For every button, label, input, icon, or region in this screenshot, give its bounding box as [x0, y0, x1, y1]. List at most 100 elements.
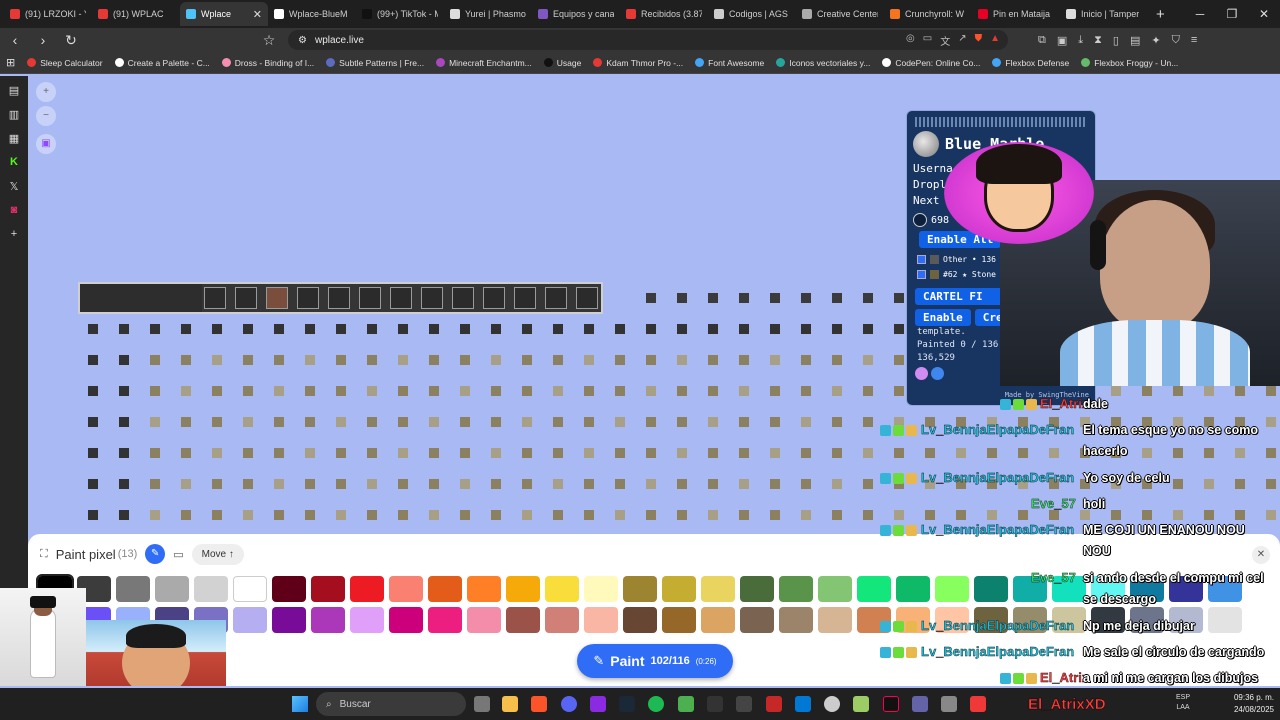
palette-swatch[interactable]	[740, 576, 774, 602]
strip-pixel[interactable]	[235, 287, 257, 309]
canvas-pixel[interactable]	[584, 448, 594, 458]
canvas-pixel[interactable]	[615, 324, 625, 334]
strip-pixel[interactable]	[266, 287, 288, 309]
canvas-pixel[interactable]	[1235, 386, 1245, 396]
canvas-pixel[interactable]	[181, 324, 191, 334]
app-icon[interactable]	[736, 696, 752, 712]
taskbar-search[interactable]: ⌕ Buscar	[316, 692, 466, 716]
canvas-pixel[interactable]	[367, 448, 377, 458]
canvas-pixel[interactable]	[677, 510, 687, 520]
sidebar-bookmarks-icon[interactable]: ▥	[6, 108, 22, 121]
canvas-pixel[interactable]	[119, 417, 129, 427]
canvas-pixel[interactable]	[894, 355, 904, 365]
canvas-pixel[interactable]	[460, 417, 470, 427]
strip-pixel[interactable]	[359, 287, 381, 309]
canvas-pixel[interactable]	[150, 479, 160, 489]
canvas-pixel[interactable]	[708, 293, 718, 303]
canvas-pixel[interactable]	[181, 479, 191, 489]
canvas-pixel[interactable]	[367, 479, 377, 489]
sidebar-reading-icon[interactable]: ▤	[6, 84, 22, 97]
vscode-icon[interactable]	[795, 696, 811, 712]
canvas-pixel[interactable]	[398, 479, 408, 489]
brave-rewards-icon[interactable]: ▲	[990, 33, 1000, 48]
canvas-pixel[interactable]	[429, 479, 439, 489]
canvas-pixel[interactable]	[305, 448, 315, 458]
canvas-pixel[interactable]	[1142, 386, 1152, 396]
strip-pixel[interactable]	[545, 287, 567, 309]
bookmark-item[interactable]: Create a Palette - C...	[114, 58, 210, 68]
chat-username[interactable]: Lv_BennjaElpapaDeFran	[921, 618, 1075, 633]
canvas-pixel[interactable]	[615, 448, 625, 458]
canvas-pixel[interactable]	[739, 293, 749, 303]
palette-swatch[interactable]	[311, 576, 345, 602]
canvas-pixel[interactable]	[367, 510, 377, 520]
canvas-pixel[interactable]	[553, 510, 563, 520]
canvas-pixel[interactable]	[801, 510, 811, 520]
instagram-icon[interactable]: ◙	[6, 204, 22, 217]
canvas-pixel[interactable]	[739, 355, 749, 365]
strip-pixel[interactable]	[514, 287, 536, 309]
canvas-pixel[interactable]	[801, 355, 811, 365]
taskview-icon[interactable]	[474, 696, 490, 712]
canvas-pixel[interactable]	[894, 386, 904, 396]
canvas-pixel[interactable]	[212, 510, 222, 520]
canvas-pixel[interactable]	[677, 417, 687, 427]
palette-swatch[interactable]	[545, 576, 579, 602]
brave-shield-icon[interactable]: ⛊	[975, 33, 983, 48]
palette-swatch[interactable]	[623, 576, 657, 602]
canvas-pixel[interactable]	[460, 355, 470, 365]
canvas-pixel[interactable]	[274, 479, 284, 489]
canvas-pixel[interactable]	[88, 479, 98, 489]
bookmark-item[interactable]: Kdam Thmor Pro -...	[593, 58, 683, 68]
canvas-pixel[interactable]	[708, 448, 718, 458]
chat-username[interactable]: Lv_BennjaElpapaDeFran	[921, 470, 1075, 485]
canvas-pixel[interactable]	[367, 386, 377, 396]
obs-icon[interactable]	[824, 696, 840, 712]
language-indicator[interactable]: ESP LAA	[1176, 693, 1190, 713]
palette-swatch[interactable]	[506, 607, 540, 633]
palette-swatch[interactable]	[428, 607, 462, 633]
canvas-pixel[interactable]	[677, 355, 687, 365]
canvas-pixel[interactable]	[646, 448, 656, 458]
canvas-pixel[interactable]	[646, 293, 656, 303]
canvas-pixel[interactable]	[522, 324, 532, 334]
canvas-pixel[interactable]	[770, 417, 780, 427]
canvas-pixel[interactable]	[553, 479, 563, 489]
canvas-pixel[interactable]	[739, 479, 749, 489]
canvas-pixel[interactable]	[274, 417, 284, 427]
palette-swatch[interactable]	[155, 576, 189, 602]
canvas-pixel[interactable]	[863, 324, 873, 334]
canvas-pixel[interactable]	[336, 479, 346, 489]
canvas-pixel[interactable]	[181, 510, 191, 520]
palette-swatch[interactable]	[662, 607, 696, 633]
canvas-pixel[interactable]	[181, 355, 191, 365]
canvas-pixel[interactable]	[863, 355, 873, 365]
sidebar-notes-icon[interactable]: ▦	[6, 132, 22, 145]
terminal-icon[interactable]	[707, 696, 723, 712]
chat-username[interactable]: El_Atrix	[1040, 396, 1090, 411]
bookmark-item[interactable]: Dross - Binding of I...	[221, 58, 314, 68]
canvas-pixel[interactable]	[398, 510, 408, 520]
canvas-pixel[interactable]	[274, 448, 284, 458]
canvas-pixel[interactable]	[863, 448, 873, 458]
canvas-pixel[interactable]	[646, 386, 656, 396]
photos-icon[interactable]	[941, 696, 957, 712]
canvas-pixel[interactable]	[274, 510, 284, 520]
add-sidebar-icon[interactable]: +	[6, 228, 22, 241]
canvas-pixel[interactable]	[274, 386, 284, 396]
game-icon[interactable]	[766, 696, 782, 712]
windows-start-icon[interactable]	[292, 696, 308, 712]
bookmark-item[interactable]: Iconos vectoriales y...	[776, 58, 870, 68]
canvas-pixel[interactable]	[150, 448, 160, 458]
zoom-out-button[interactable]: −	[36, 106, 56, 126]
palette-swatch[interactable]	[818, 607, 852, 633]
canvas-pixel[interactable]	[832, 293, 842, 303]
tab-1[interactable]: (91) WPLAC	[92, 2, 180, 26]
canvas-pixel[interactable]	[491, 386, 501, 396]
strip-pixel[interactable]	[390, 287, 412, 309]
canvas-pixel[interactable]	[739, 324, 749, 334]
kick-icon[interactable]: K	[6, 156, 22, 169]
canvas-pixel[interactable]	[119, 324, 129, 334]
screenshot-icon[interactable]: ▣	[1057, 34, 1067, 47]
canvas-pixel[interactable]	[460, 448, 470, 458]
